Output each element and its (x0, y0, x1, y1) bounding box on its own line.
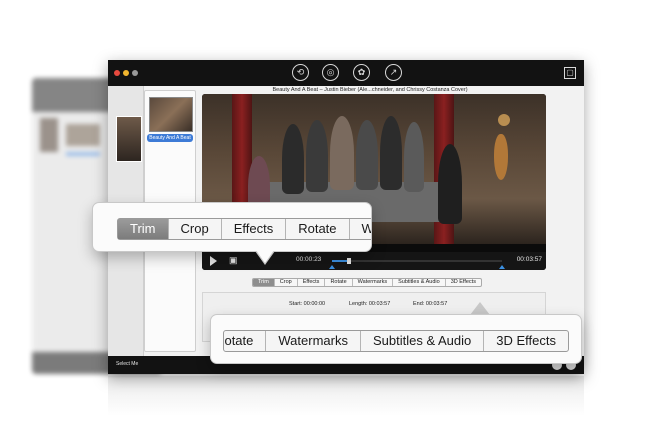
tab-subtitles-audio[interactable]: Subtitles & Audio (393, 279, 446, 286)
lamp (498, 114, 510, 126)
background-thumbnail (40, 118, 58, 152)
dvd-icon[interactable]: ◎ (322, 64, 339, 81)
edit-tabs: Trim Crop Effects Rotate Watermarks Subt… (252, 278, 482, 287)
tab-crop[interactable]: Crop (275, 279, 298, 286)
minimize-window-button[interactable] (123, 70, 129, 76)
title-bar: ⟲ ◎ ✿ ↗ ▢ (108, 60, 584, 86)
trim-end: End: 00:03:57 (413, 301, 448, 307)
play-icon[interactable] (210, 256, 217, 266)
background-selection (66, 152, 100, 156)
tab-trim[interactable]: Trim (253, 279, 275, 286)
zoom-tab-watermarks[interactable]: Watermarks (266, 331, 361, 351)
current-time: 00:00:23 (296, 256, 322, 263)
person (404, 122, 424, 192)
trim-start: Start: 00:00:00 (289, 301, 326, 307)
zoom-tab-trim[interactable]: Trim (118, 219, 169, 239)
zoom-tab-effects[interactable]: Effects (222, 219, 287, 239)
person (380, 116, 402, 190)
file-thumbnail[interactable] (149, 97, 193, 132)
video-thumbnail[interactable] (116, 116, 142, 162)
person (438, 144, 462, 224)
zoom-tab-crop[interactable]: Crop (169, 219, 222, 239)
zoom-tab-rotate[interactable]: Rotate (286, 219, 350, 239)
person (330, 116, 354, 190)
person (282, 124, 304, 194)
trim-start-marker[interactable] (329, 265, 335, 269)
zoomed-edit-tabs: Trim Crop Effects Rotate W (117, 218, 371, 240)
zoom-callout-left: Trim Crop Effects Rotate W (92, 202, 372, 252)
background-thumbnail-2 (66, 124, 100, 146)
guitar (494, 134, 508, 180)
convert-icon[interactable]: ⟲ (292, 64, 309, 81)
film-reel-icon[interactable]: ✿ (353, 64, 370, 81)
tab-rotate[interactable]: Rotate (325, 279, 353, 286)
window-reflection (108, 376, 584, 416)
seek-bar[interactable] (329, 258, 505, 269)
zoom-callout-right: otate Watermarks Subtitles & Audio 3D Ef… (210, 314, 582, 364)
zoom-tab-watermarks-partial[interactable]: W (350, 219, 371, 239)
person (356, 120, 378, 190)
video-title: Beauty And A Beat – Justin Bieber (Ale..… (272, 87, 468, 93)
total-time: 00:03:57 (516, 256, 542, 263)
box-icon[interactable]: ▢ (564, 67, 576, 79)
zoom-tab-3d-effects[interactable]: 3D Effects (484, 331, 568, 351)
file-label[interactable]: Beauty And A Beat (147, 134, 193, 142)
zoom-tab-rotate-partial[interactable]: otate (224, 331, 267, 351)
trim-length: Length: 00:03:57 (349, 301, 391, 307)
tab-effects[interactable]: Effects (298, 279, 326, 286)
tab-3d-effects[interactable]: 3D Effects (446, 279, 481, 286)
zoom-window-button[interactable] (132, 70, 138, 76)
share-icon[interactable]: ↗ (385, 64, 402, 81)
player-controls: ▣ 00:00:23 00:03:57 (202, 252, 546, 270)
snapshot-icon[interactable]: ▣ (229, 255, 240, 266)
seek-bar-handle[interactable] (347, 258, 351, 264)
zoom-tab-subtitles-audio[interactable]: Subtitles & Audio (361, 331, 485, 351)
callout-pointer-left (255, 250, 275, 265)
close-window-button[interactable] (114, 70, 120, 76)
zoomed-edit-tabs-2: otate Watermarks Subtitles & Audio 3D Ef… (223, 330, 569, 352)
trim-end-marker[interactable] (499, 265, 505, 269)
tab-watermarks[interactable]: Watermarks (353, 279, 394, 286)
person (306, 120, 328, 192)
select-menu-label[interactable]: Select Me (116, 361, 138, 367)
